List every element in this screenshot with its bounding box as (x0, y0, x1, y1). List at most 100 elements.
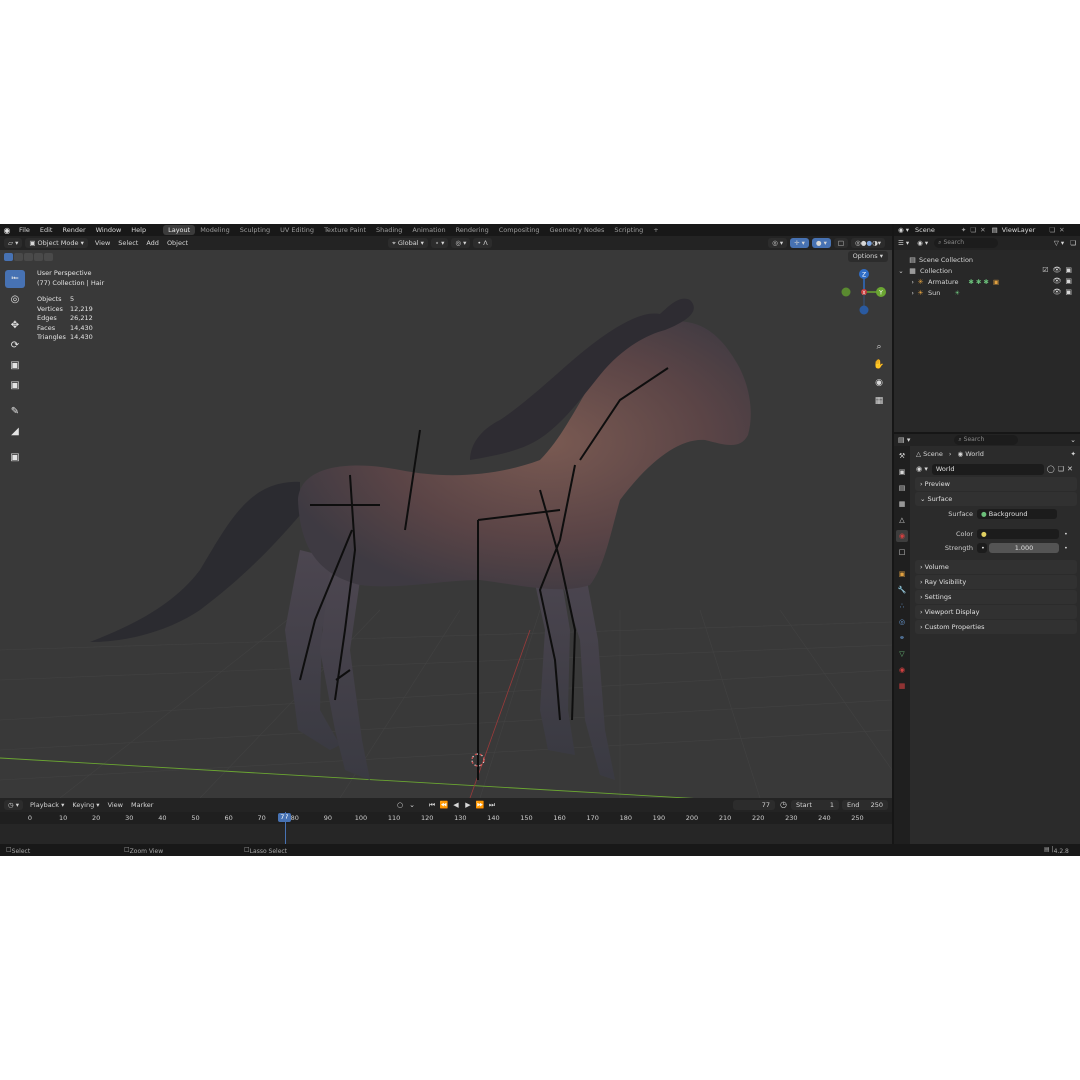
timeline-ruler[interactable]: 0 10 20 30 40 50 60 70 80 90 100 110 120 130 140 150 160… (0, 812, 892, 824)
delete-scene-icon[interactable]: ✕ (980, 226, 985, 234)
jump-end-icon[interactable]: ⏭ (487, 800, 497, 810)
object-tab-icon[interactable]: ▣ (896, 568, 908, 580)
tab-texture-paint[interactable]: Texture Paint (319, 225, 371, 235)
new-scene-icon[interactable]: ❏ (970, 226, 976, 234)
pin-scene-icon[interactable]: ✦ (961, 226, 966, 234)
select-extend-icon[interactable] (14, 253, 23, 261)
menu-add[interactable]: Add (142, 239, 163, 247)
expand-chevron-icon[interactable]: › (894, 278, 916, 286)
physics-tab-icon[interactable]: ◎ (896, 616, 908, 628)
scene-name[interactable]: Scene (915, 226, 935, 234)
duplicate-world-icon[interactable]: ❏ (1058, 465, 1064, 473)
select-box-tool-icon[interactable]: ⭰ (5, 270, 25, 288)
snap-toggle[interactable]: ⋆ ▾ (430, 238, 449, 248)
perspective-grid-icon[interactable]: ▦ (872, 394, 886, 408)
collection-checkbox-icon[interactable]: ☑ (1042, 266, 1048, 274)
surface-shader-field[interactable]: ● Background (977, 509, 1057, 519)
panel-settings[interactable]: › Settings (915, 590, 1077, 604)
outliner-search-input[interactable]: ⌕ Search (934, 238, 999, 248)
strength-link-icon[interactable]: • (977, 543, 987, 553)
fake-user-shield-icon[interactable]: ◯ (1047, 465, 1055, 473)
xray-toggle[interactable]: □ (833, 238, 849, 248)
cursor-tool-icon[interactable]: ◎ (5, 290, 25, 308)
panel-custom-properties[interactable]: › Custom Properties (915, 620, 1077, 634)
particles-tab-icon[interactable]: ∴ (896, 600, 908, 612)
eye-icon[interactable]: 👁 (1052, 288, 1061, 296)
menu-select[interactable]: Select (114, 239, 142, 247)
properties-editor-type-icon[interactable]: ▤ ▾ (898, 436, 910, 444)
timeline-menu-playback[interactable]: Playback ▾ (26, 801, 68, 809)
menu-help[interactable]: Help (126, 226, 151, 234)
modifier-icon[interactable]: ▣ (993, 278, 999, 286)
current-frame-field[interactable]: 77 (733, 800, 775, 810)
collection-tab-icon[interactable]: □ (896, 546, 908, 558)
menu-render[interactable]: Render (57, 226, 90, 234)
panel-viewport-display[interactable]: › Viewport Display (915, 605, 1077, 619)
timeline-menu-view[interactable]: View (104, 801, 127, 809)
expand-chevron-icon[interactable]: ⌄ (894, 267, 908, 275)
outliner-item-armature[interactable]: › ✳ Armature ✱ ✱ ✱ ▣ 👁 ▣ (894, 276, 1080, 287)
tab-animation[interactable]: Animation (407, 225, 450, 235)
light-data-icon[interactable]: ☀ (954, 289, 960, 297)
select-invert-icon[interactable] (34, 253, 43, 261)
add-workspace-button[interactable]: + (648, 225, 663, 235)
tool-tab-icon[interactable]: ⚒ (896, 450, 908, 462)
measure-tool-icon[interactable]: ◢ (5, 422, 25, 440)
play-icon[interactable]: ▶ (463, 800, 473, 810)
view-layer-tab-icon[interactable]: ▦ (896, 498, 908, 510)
next-keyframe-icon[interactable]: ⏩ (475, 800, 485, 810)
visibility-button[interactable]: ◎ ▾ (768, 238, 788, 248)
tab-geometry-nodes[interactable]: Geometry Nodes (545, 225, 610, 235)
keyframe-dot-icon[interactable]: • (1064, 544, 1068, 552)
display-mode-icon[interactable]: ◉ ▾ (917, 239, 928, 247)
transform-orientation-select[interactable]: ⌖ Global ▾ (388, 238, 428, 248)
pan-hand-icon[interactable]: ✋ (872, 358, 886, 372)
outliner-editor-type-icon[interactable]: ☰ ▾ (898, 239, 909, 247)
world-browse-icon[interactable]: ◉ ▾ (916, 465, 928, 473)
strength-field[interactable]: 1.000 (989, 543, 1059, 553)
auto-keying-icon[interactable]: ○ (395, 800, 405, 810)
pin-icon[interactable]: ✦ (1071, 450, 1076, 458)
tab-sculpting[interactable]: Sculpting (235, 225, 275, 235)
options-button[interactable]: Options ▾ (847, 251, 888, 262)
color-field[interactable]: ● (977, 529, 1059, 539)
navigation-gizmo[interactable]: Z Y X (838, 266, 892, 322)
rotate-tool-icon[interactable]: ⟳ (5, 336, 25, 354)
3d-viewport[interactable]: ⭰ ◎ ✥ ⟳ ▣ ▣ ✎ ◢ ▣ User Perspective (77) … (0, 250, 892, 798)
tab-rendering[interactable]: Rendering (451, 225, 494, 235)
select-subtract-icon[interactable] (24, 253, 33, 261)
constraints-tab-icon[interactable]: ⚭ (896, 632, 908, 644)
annotate-tool-icon[interactable]: ✎ (5, 402, 25, 420)
add-cube-tool-icon[interactable]: ▣ (5, 448, 25, 466)
editor-type-button[interactable]: ▱ ▾ (4, 238, 23, 248)
world-tab-icon[interactable]: ◉ (896, 530, 908, 542)
eye-icon[interactable]: 👁 (1052, 266, 1061, 274)
new-collection-icon[interactable]: ❏ (1070, 239, 1076, 247)
scale-tool-icon[interactable]: ▣ (5, 356, 25, 374)
view-layer-name[interactable]: ViewLayer (1002, 226, 1036, 234)
menu-file[interactable]: File (14, 226, 35, 234)
tab-shading[interactable]: Shading (371, 225, 407, 235)
camera-icon[interactable]: ▣ (1065, 288, 1072, 296)
blender-logo-icon[interactable]: ◉ (0, 226, 14, 235)
panel-ray-visibility[interactable]: › Ray Visibility (915, 575, 1077, 589)
move-tool-icon[interactable]: ✥ (5, 316, 25, 334)
menu-object[interactable]: Object (163, 239, 192, 247)
jump-start-icon[interactable]: ⏮ (427, 800, 437, 810)
tab-compositing[interactable]: Compositing (494, 225, 545, 235)
filter-icon[interactable]: ▽ ▾ (1054, 239, 1064, 247)
zoom-icon[interactable]: ⌕ (872, 340, 886, 354)
transform-tool-icon[interactable]: ▣ (5, 376, 25, 394)
preview-range-clock-icon[interactable]: ◷ (780, 800, 787, 809)
select-new-icon[interactable] (4, 253, 13, 261)
texture-tab-icon[interactable]: ▦ (896, 680, 908, 692)
start-frame-field[interactable]: Start 1 (791, 800, 839, 810)
panel-volume[interactable]: › Volume (915, 560, 1077, 574)
scene-icon[interactable]: ◉ ▾ (898, 226, 909, 234)
timeline-menu-keying[interactable]: Keying ▾ (68, 801, 103, 809)
play-reverse-icon[interactable]: ◀ (451, 800, 461, 810)
shading-modes[interactable]: ◎ ● ● ◑ ▾ (851, 238, 885, 248)
pose-icon[interactable]: ✱ ✱ ✱ (969, 278, 989, 286)
rendered-shading-icon[interactable]: ◑ (872, 239, 878, 247)
timeline-menu-marker[interactable]: Marker (127, 801, 157, 809)
